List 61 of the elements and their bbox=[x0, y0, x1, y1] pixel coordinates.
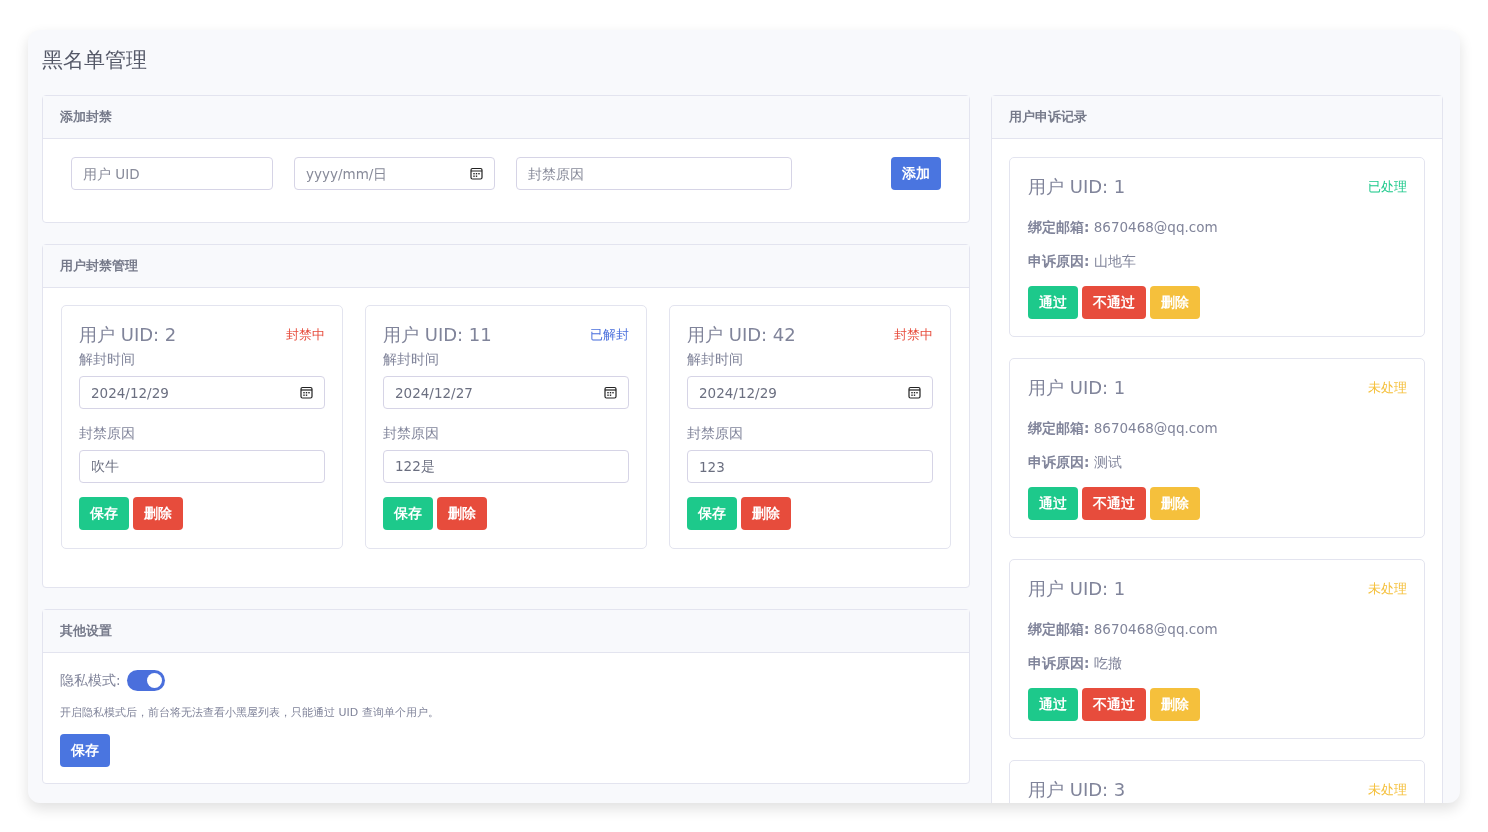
panel-header: 用户封禁管理 bbox=[43, 245, 969, 288]
ban-status: 已解封 bbox=[590, 326, 629, 344]
approve-button[interactable]: 通过 bbox=[1028, 286, 1078, 319]
panel-header: 添加封禁 bbox=[43, 96, 969, 139]
save-button[interactable]: 保存 bbox=[383, 497, 433, 530]
add-button[interactable]: 添加 bbox=[891, 157, 941, 190]
field-label: 封禁原因 bbox=[687, 425, 744, 443]
appeal-status: 已处理 bbox=[1368, 178, 1407, 196]
reason-field[interactable]: 封禁原因 bbox=[516, 157, 792, 190]
delete-button[interactable]: 删除 bbox=[437, 497, 487, 530]
date-field[interactable]: 2024/12/29 bbox=[79, 376, 325, 409]
user-uid: 用户 UID: 1 bbox=[1028, 376, 1126, 400]
calendar-icon[interactable] bbox=[604, 386, 617, 399]
reason-field[interactable]: 吹牛 bbox=[79, 450, 325, 483]
panel-header: 用户申诉记录 bbox=[992, 96, 1442, 139]
reason-field[interactable]: 123 bbox=[687, 450, 933, 483]
email-text: 绑定邮箱: 8670468@qq.com bbox=[1028, 219, 1219, 237]
reject-button[interactable]: 不通过 bbox=[1082, 487, 1146, 520]
ban-status: 封禁中 bbox=[894, 326, 933, 344]
field-label: 解封时间 bbox=[687, 351, 744, 369]
field-label: 封禁原因 bbox=[383, 425, 440, 443]
user-uid: 用户 UID: 42 bbox=[687, 323, 796, 347]
privacy-label: 隐私模式: bbox=[60, 671, 121, 690]
page-title: 黑名单管理 bbox=[42, 47, 148, 74]
field-label: 解封时间 bbox=[383, 351, 440, 369]
reason-field[interactable]: 122是 bbox=[383, 450, 629, 483]
delete-button[interactable]: 删除 bbox=[133, 497, 183, 530]
uid-field[interactable]: 用户 UID bbox=[71, 157, 273, 190]
appeal-status: 未处理 bbox=[1368, 580, 1407, 598]
appeal-status: 未处理 bbox=[1368, 379, 1407, 397]
date-field[interactable]: 2024/12/29 bbox=[687, 376, 933, 409]
save-button[interactable]: 保存 bbox=[60, 734, 110, 767]
save-button[interactable]: 保存 bbox=[687, 497, 737, 530]
reject-button[interactable]: 不通过 bbox=[1082, 286, 1146, 319]
approve-button[interactable]: 通过 bbox=[1028, 688, 1078, 721]
save-button[interactable]: 保存 bbox=[79, 497, 129, 530]
privacy-note: 开启隐私模式后，前台将无法查看小黑屋列表，只能通过 UID 查询单个用户。 bbox=[60, 705, 440, 720]
field-label: 封禁原因 bbox=[79, 425, 136, 443]
reason-text: 申诉原因: 吃撤 bbox=[1028, 655, 1123, 673]
privacy-toggle[interactable] bbox=[126, 670, 165, 691]
calendar-icon[interactable] bbox=[300, 386, 313, 399]
field-label: 解封时间 bbox=[79, 351, 136, 369]
ban-status: 封禁中 bbox=[286, 326, 325, 344]
calendar-icon[interactable] bbox=[908, 386, 921, 399]
approve-button[interactable]: 通过 bbox=[1028, 487, 1078, 520]
reason-text: 申诉原因: 山地车 bbox=[1028, 253, 1137, 271]
email-text: 绑定邮箱: 8670468@qq.com bbox=[1028, 621, 1219, 639]
appeal-status: 未处理 bbox=[1368, 781, 1407, 799]
panel-header: 其他设置 bbox=[43, 610, 969, 653]
delete-button[interactable]: 删除 bbox=[741, 497, 791, 530]
user-uid: 用户 UID: 3 bbox=[1028, 778, 1126, 802]
date-field[interactable]: yyyy/mm/日 bbox=[294, 157, 495, 190]
user-uid: 用户 UID: 1 bbox=[1028, 175, 1126, 199]
user-uid: 用户 UID: 11 bbox=[383, 323, 492, 347]
reject-button[interactable]: 不通过 bbox=[1082, 688, 1146, 721]
user-uid: 用户 UID: 2 bbox=[79, 323, 177, 347]
user-uid: 用户 UID: 1 bbox=[1028, 577, 1126, 601]
email-text: 绑定邮箱: 8670468@qq.com bbox=[1028, 420, 1219, 438]
calendar-icon[interactable] bbox=[470, 167, 483, 180]
reason-text: 申诉原因: 测试 bbox=[1028, 454, 1123, 472]
date-field[interactable]: 2024/12/27 bbox=[383, 376, 629, 409]
